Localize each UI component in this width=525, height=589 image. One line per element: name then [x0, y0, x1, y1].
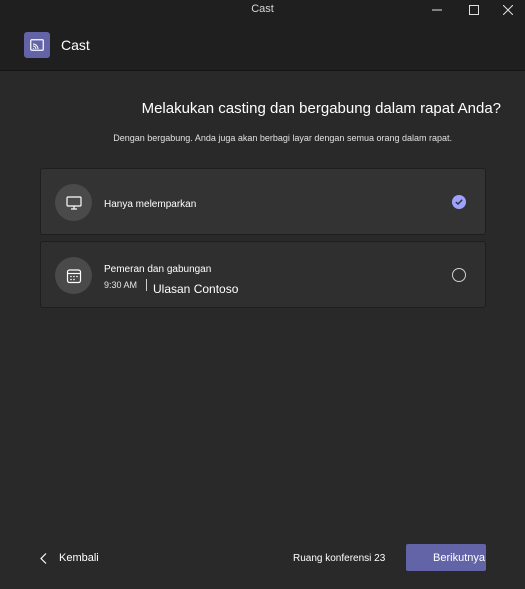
option-cast-only[interactable]: Hanya melemparkan	[40, 168, 486, 235]
app-header: Cast	[0, 19, 525, 71]
radio-selected[interactable]	[452, 195, 466, 209]
option-label: Hanya melemparkan	[104, 199, 197, 210]
option-cast-and-join[interactable]: Pemeran dan gabungan 9:30 AM Ulasan Cont…	[40, 241, 486, 308]
radio-unselected[interactable]	[452, 268, 466, 282]
close-button[interactable]	[491, 0, 525, 19]
next-button[interactable]: Berikutnya	[406, 544, 486, 571]
page-heading: Melakukan casting dan bergabung dalam ra…	[141, 100, 501, 117]
maximize-button[interactable]	[457, 0, 491, 19]
minimize-button[interactable]	[420, 0, 454, 19]
maximize-icon	[469, 4, 479, 15]
meeting-name: Ulasan Contoso	[153, 282, 239, 296]
window-titlebar: Cast	[0, 0, 525, 19]
monitor-icon	[55, 184, 92, 221]
app-title: Cast	[61, 37, 90, 53]
page-subheading: Dengan bergabung. Anda juga akan berbagi…	[113, 133, 452, 143]
minimize-icon	[432, 9, 442, 10]
back-button[interactable]: Kembali	[40, 548, 99, 568]
back-label: Kembali	[59, 552, 99, 564]
close-icon	[503, 4, 513, 15]
checkmark-icon	[455, 199, 463, 205]
divider	[146, 279, 147, 291]
cast-icon	[24, 32, 50, 58]
chevron-left-icon	[40, 552, 47, 564]
meeting-time: 9:30 AM	[104, 280, 138, 290]
option-label: Pemeran dan gabungan	[104, 264, 212, 275]
room-name: Ruang konferensi 23	[293, 553, 386, 564]
calendar-icon	[55, 257, 92, 294]
